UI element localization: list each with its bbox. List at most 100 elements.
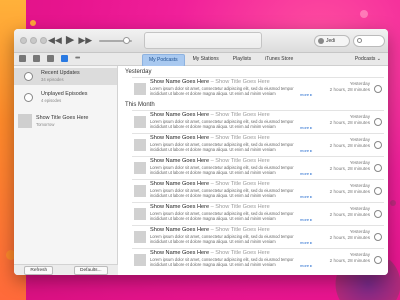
episode-date: Yesterday 2 hours, 28 minutes bbox=[329, 252, 370, 263]
episode-date: Yesterday 2 hours, 28 minutes bbox=[329, 229, 370, 240]
episode-title: Show Name Goes Here – Show Title Goes He… bbox=[150, 181, 270, 187]
episode-row[interactable]: Show Name Goes Here – Show Title Goes He… bbox=[132, 225, 384, 247]
episode-row[interactable]: Show Name Goes Here – Show Title Goes He… bbox=[132, 156, 384, 178]
episode-date: Yesterday 2 hours, 28 minutes bbox=[329, 137, 370, 148]
volume-knob[interactable] bbox=[123, 37, 130, 44]
tv-icon[interactable] bbox=[47, 55, 54, 62]
more-icon[interactable]: ••• bbox=[75, 55, 80, 62]
paint-splat bbox=[390, 200, 396, 206]
episode-date: Yesterday 2 hours, 28 minutes bbox=[329, 206, 370, 217]
episode-artwork bbox=[134, 116, 146, 128]
episode-description: Lorem ipsum dolor sit amet, consectetur … bbox=[150, 119, 294, 129]
sidebar-item-count: 34 episodes bbox=[41, 77, 64, 82]
media-type-icons: ••• bbox=[19, 55, 80, 62]
search-input[interactable] bbox=[353, 35, 385, 47]
toolbar: ••• My Podcasts My Stations Playlists iT… bbox=[14, 53, 388, 67]
more-link[interactable]: more ▸ bbox=[300, 240, 312, 245]
sidebar-item-count: 4 episodes bbox=[41, 98, 62, 103]
play-icon[interactable]: ▶ bbox=[66, 35, 74, 46]
episode-row[interactable]: Show Name Goes Here – Show Title Goes He… bbox=[132, 110, 384, 132]
more-link[interactable]: more ▸ bbox=[300, 148, 312, 153]
episode-description: Lorem ipsum dolor sit amet, consectetur … bbox=[150, 257, 294, 267]
episode-description: Lorem ipsum dolor sit amet, consectetur … bbox=[150, 211, 294, 221]
sidebar-item-recent-updates[interactable]: Recent Updates 34 episodes bbox=[14, 68, 117, 85]
sidebar-show-title: Show Title Goes Here bbox=[36, 115, 89, 121]
episode-title: Show Name Goes Here – Show Title Goes He… bbox=[150, 135, 270, 141]
user-name: Jedi bbox=[326, 38, 336, 44]
more-link[interactable]: more ▸ bbox=[300, 92, 312, 97]
episode-title: Show Name Goes Here – Show Title Goes He… bbox=[150, 158, 270, 164]
episode-date: Yesterday 2 hours, 28 minutes bbox=[329, 183, 370, 194]
episode-description: Lorem ipsum dolor sit amet, consectetur … bbox=[150, 165, 294, 175]
user-icon bbox=[318, 38, 324, 44]
more-link[interactable]: more ▸ bbox=[300, 194, 312, 199]
episode-artwork bbox=[134, 139, 146, 151]
episode-artwork bbox=[134, 208, 146, 220]
itunes-window: ◀◀ ▶ ▶▶ Jedi ••• My Podcasts My Stations… bbox=[14, 29, 388, 275]
sidebar-item-show[interactable]: Show Title Goes Here Tomorrow bbox=[14, 111, 118, 131]
sidebar: Recent Updates 34 episodes Unplayed Epis… bbox=[14, 66, 118, 275]
podcasts-menu[interactable]: Podcasts ⌄ bbox=[355, 56, 381, 62]
podcasts-icon[interactable] bbox=[61, 55, 68, 62]
movies-icon[interactable] bbox=[33, 55, 40, 62]
episode-title: Show Name Goes Here – Show Title Goes He… bbox=[150, 112, 270, 118]
episode-row[interactable]: Show Name Goes Here – Show Title Goes He… bbox=[132, 77, 384, 99]
episode-artwork bbox=[134, 83, 146, 95]
section-header-yesterday: Yesterday bbox=[125, 69, 152, 75]
account-button[interactable]: Jedi bbox=[314, 35, 350, 47]
episode-row[interactable]: Show Name Goes Here – Show Title Goes He… bbox=[132, 133, 384, 155]
now-playing-display bbox=[144, 32, 262, 49]
music-icon[interactable] bbox=[19, 55, 26, 62]
episode-date: Yesterday 2 hours, 28 minutes bbox=[329, 81, 370, 92]
more-link[interactable]: more ▸ bbox=[300, 125, 312, 130]
episode-description: Lorem ipsum dolor sit amet, consectetur … bbox=[150, 142, 294, 152]
episode-title: Show Name Goes Here – Show Title Goes He… bbox=[150, 227, 270, 233]
episode-artwork bbox=[134, 254, 146, 266]
title-bar: ◀◀ ▶ ▶▶ Jedi bbox=[14, 29, 388, 53]
download-icon[interactable] bbox=[374, 210, 382, 218]
playback-controls: ◀◀ ▶ ▶▶ bbox=[48, 35, 92, 46]
more-link[interactable]: more ▸ bbox=[300, 217, 312, 222]
refresh-button[interactable]: Refresh bbox=[24, 265, 54, 275]
episode-row[interactable]: Show Name Goes Here – Show Title Goes He… bbox=[132, 202, 384, 224]
more-link[interactable]: more ▸ bbox=[300, 171, 312, 176]
clock-icon bbox=[24, 72, 33, 81]
episode-title: Show Name Goes Here – Show Title Goes He… bbox=[150, 250, 270, 256]
defaults-button[interactable]: Defaults... bbox=[73, 265, 108, 275]
episode-date: Yesterday 2 hours, 28 minutes bbox=[329, 160, 370, 171]
minimize-window-button[interactable] bbox=[30, 37, 37, 44]
episode-row[interactable]: Show Name Goes Here – Show Title Goes He… bbox=[132, 248, 384, 270]
episode-list: Yesterday Show Name Goes Here – Show Tit… bbox=[119, 66, 388, 275]
download-icon[interactable] bbox=[374, 187, 382, 195]
rewind-icon[interactable]: ◀◀ bbox=[48, 35, 62, 46]
download-icon[interactable] bbox=[374, 141, 382, 149]
zoom-window-button[interactable] bbox=[40, 37, 47, 44]
download-icon[interactable] bbox=[374, 164, 382, 172]
download-icon[interactable] bbox=[374, 85, 382, 93]
download-icon[interactable] bbox=[374, 233, 382, 241]
episode-date: Yesterday 2 hours, 28 minutes bbox=[329, 114, 370, 125]
download-icon[interactable] bbox=[374, 256, 382, 264]
sidebar-show-date: Tomorrow bbox=[36, 122, 55, 127]
sidebar-item-unplayed-episodes[interactable]: Unplayed Episodes 4 episodes bbox=[14, 89, 117, 106]
close-window-button[interactable] bbox=[20, 37, 27, 44]
paint-splat bbox=[30, 20, 36, 26]
episode-description: Lorem ipsum dolor sit amet, consectetur … bbox=[150, 234, 294, 244]
episode-title: Show Name Goes Here – Show Title Goes He… bbox=[150, 79, 270, 85]
episode-artwork bbox=[134, 185, 146, 197]
show-artwork bbox=[18, 114, 32, 128]
episode-artwork bbox=[134, 162, 146, 174]
sidebar-item-title: Unplayed Episodes bbox=[41, 91, 88, 97]
download-icon[interactable] bbox=[374, 118, 382, 126]
episode-description: Lorem ipsum dolor sit amet, consectetur … bbox=[150, 86, 294, 96]
sidebar-footer: Refresh Defaults... bbox=[14, 264, 118, 275]
sidebar-item-title: Recent Updates bbox=[41, 70, 80, 76]
more-link[interactable]: more ▸ bbox=[300, 263, 312, 268]
paint-splat bbox=[360, 10, 368, 18]
window-controls bbox=[20, 37, 47, 44]
fast-forward-icon[interactable]: ▶▶ bbox=[78, 35, 92, 46]
episode-row[interactable]: Show Name Goes Here – Show Title Goes He… bbox=[132, 179, 384, 201]
episode-artwork bbox=[134, 231, 146, 243]
search-icon bbox=[357, 38, 362, 43]
unplayed-icon bbox=[24, 93, 33, 102]
